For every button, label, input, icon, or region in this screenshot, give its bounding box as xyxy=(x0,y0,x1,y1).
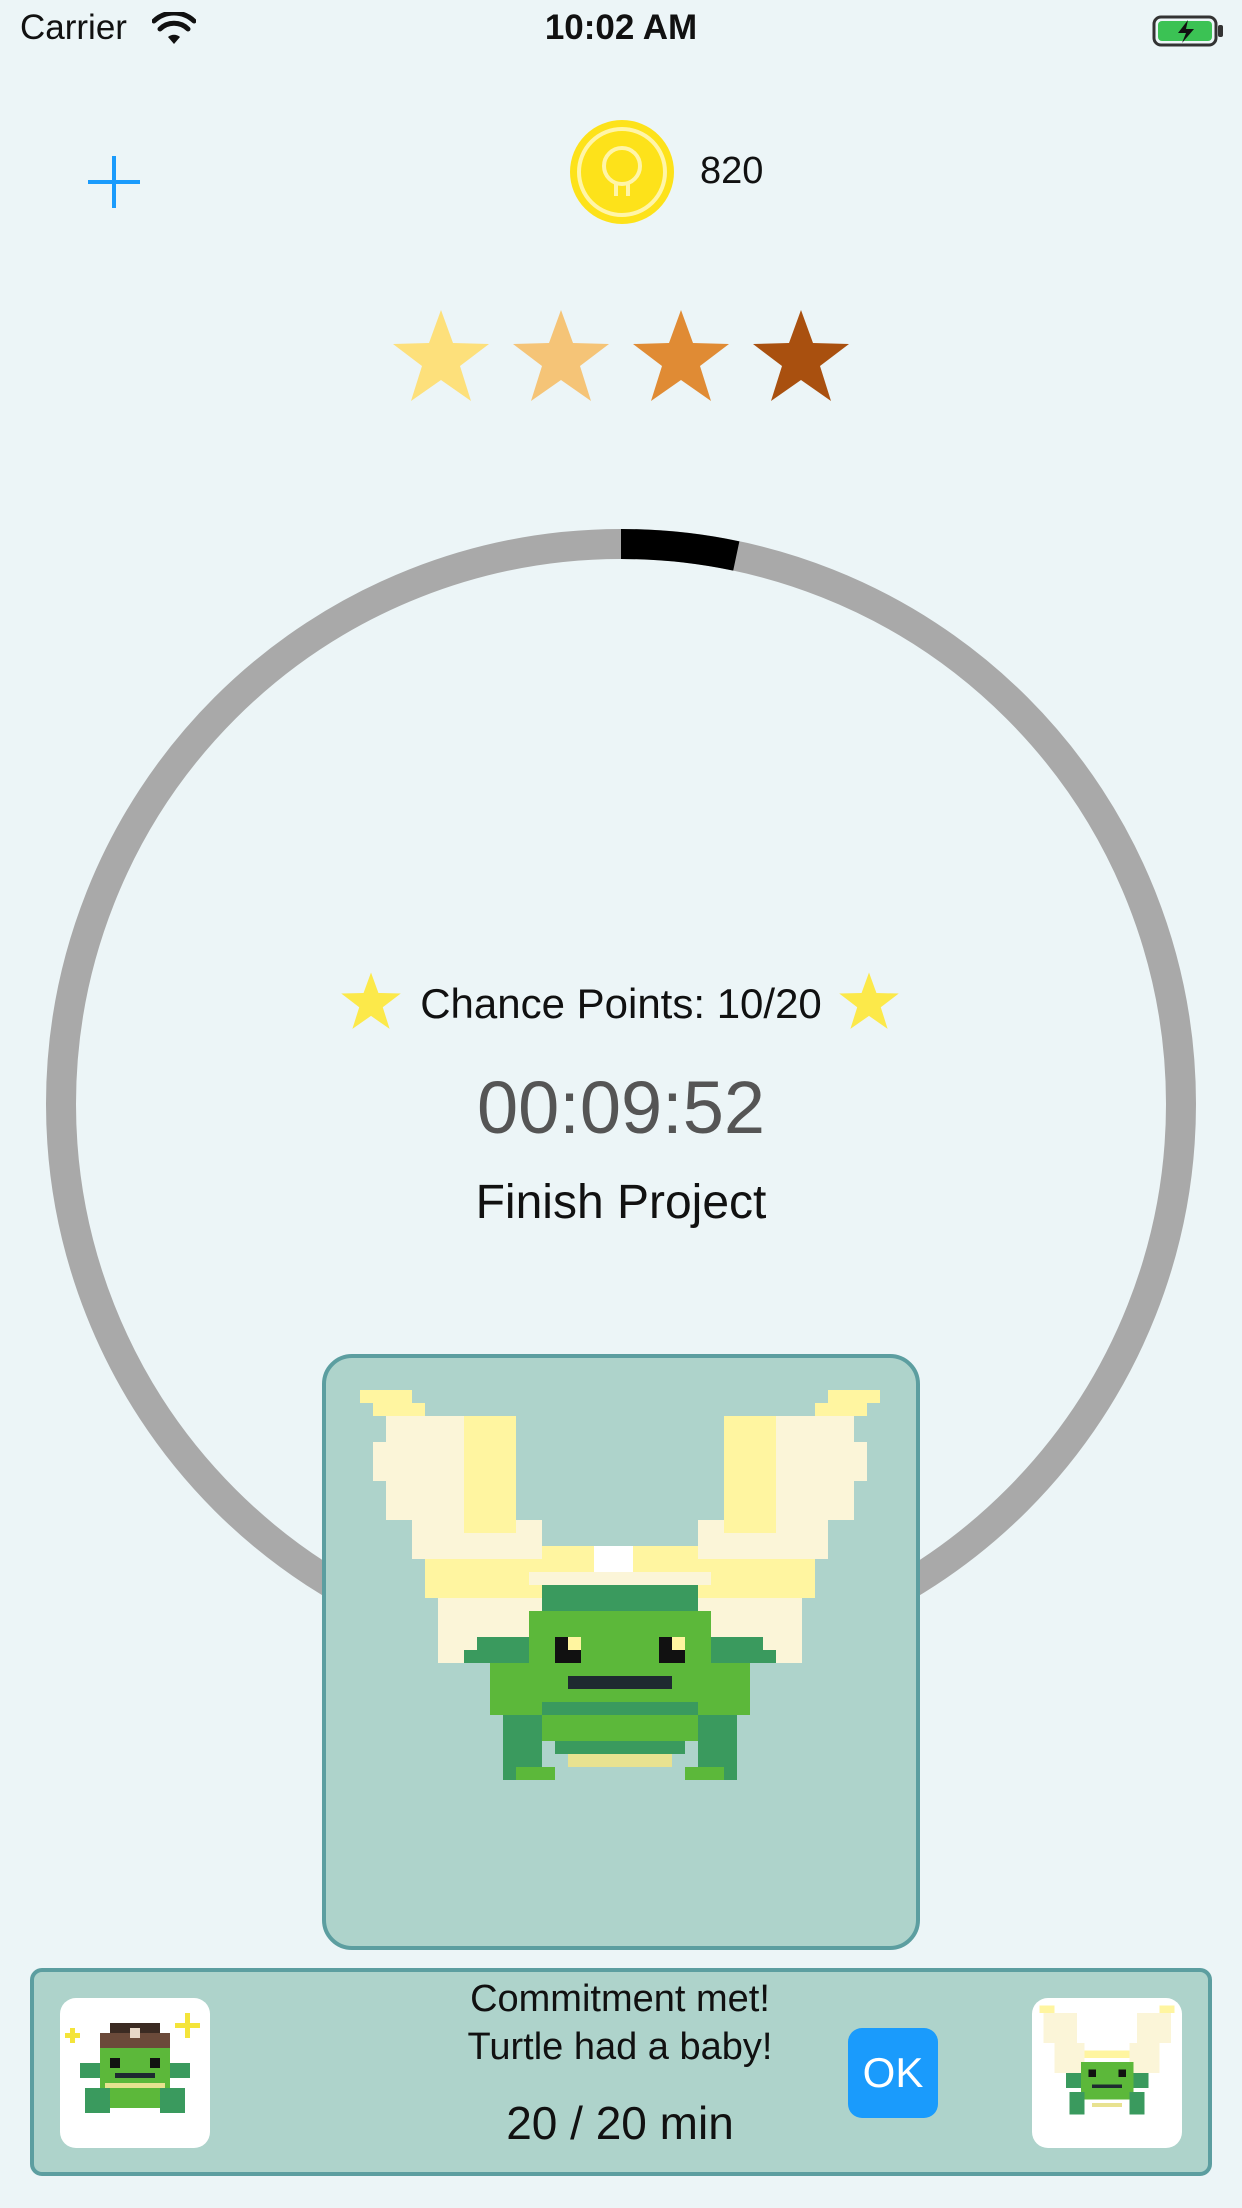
add-button[interactable] xyxy=(82,150,146,214)
star-icon xyxy=(513,310,609,401)
star-icon xyxy=(393,310,489,401)
coin-balance: 820 xyxy=(700,150,764,192)
banner-message-line1: Commitment met! xyxy=(470,1978,770,2020)
star-icon xyxy=(753,310,849,401)
ok-button[interactable]: OK xyxy=(848,2028,938,2118)
rating-stars xyxy=(0,308,1242,408)
status-time: 10:02 AM xyxy=(544,8,698,47)
banner-message-line2: Turtle had a baby! xyxy=(467,2026,773,2068)
star-icon xyxy=(633,310,729,401)
coin-icon xyxy=(570,120,674,224)
baby-turtle-icon xyxy=(60,1998,210,2148)
banner-minutes: 20 / 20 min xyxy=(506,2097,734,2149)
battery-icon xyxy=(1152,15,1223,47)
chance-points-label: Chance Points: 10/20 xyxy=(420,980,822,1027)
star-icon xyxy=(839,972,899,1029)
winged-turtle-sprite xyxy=(360,1390,880,1780)
wing-right xyxy=(698,1390,880,1663)
task-title: Finish Project xyxy=(475,1176,767,1229)
timer-ring-progress xyxy=(620,529,740,571)
winged-turtle-icon xyxy=(1032,1998,1182,2148)
wing-left xyxy=(360,1390,542,1663)
countdown-timer: 00:09:52 xyxy=(476,1066,766,1149)
